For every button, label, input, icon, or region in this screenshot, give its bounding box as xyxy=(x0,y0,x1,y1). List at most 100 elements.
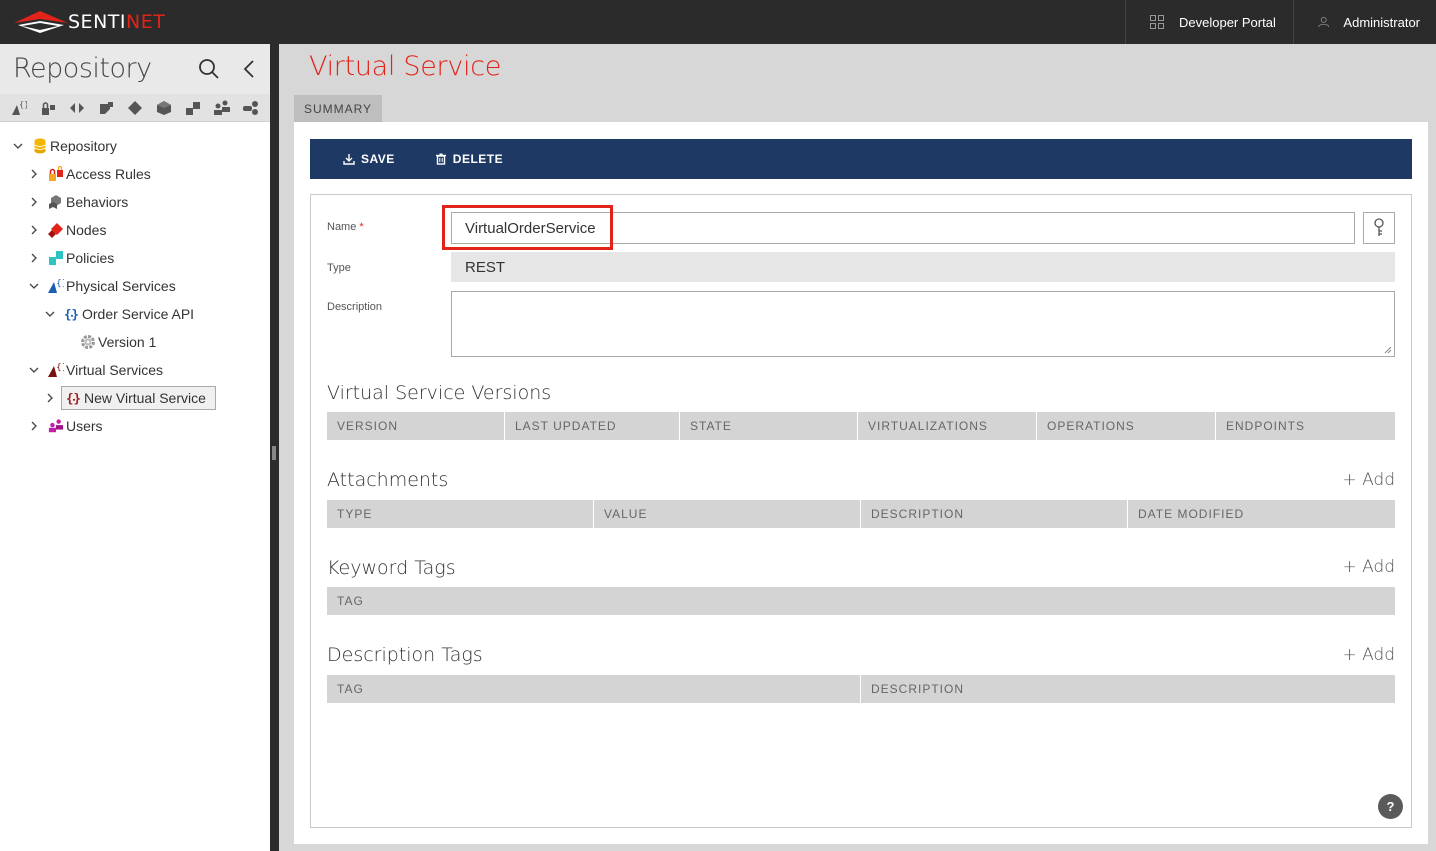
save-label: SAVE xyxy=(361,152,395,166)
tree-item-new-virtual-service[interactable]: {} New Virtual Service xyxy=(0,384,270,412)
policy-icon xyxy=(48,250,64,266)
tree-item-virtual-services[interactable]: {} Virtual Services xyxy=(0,356,270,384)
type-field: REST xyxy=(451,252,1395,282)
tree-item-nodes[interactable]: Nodes xyxy=(0,216,270,244)
action-bar: SAVE DELETE xyxy=(310,139,1412,179)
add-attachment-link[interactable]: + Add xyxy=(1342,470,1395,490)
shape-icon[interactable] xyxy=(91,98,120,118)
physical-service-icon[interactable]: {} xyxy=(4,98,33,118)
user-icon xyxy=(1318,17,1330,28)
tree-item-label: Access Rules xyxy=(66,166,151,182)
column-header[interactable]: VERSION xyxy=(327,412,505,440)
grid-icon xyxy=(1150,14,1164,29)
column-header[interactable]: OPERATIONS xyxy=(1037,412,1216,440)
column-header[interactable]: VIRTUALIZATIONS xyxy=(858,412,1037,440)
collapse-chevron-icon[interactable] xyxy=(243,59,255,79)
add-keyword-tag-link[interactable]: + Add xyxy=(1342,557,1395,577)
column-header[interactable]: ENDPOINTS xyxy=(1216,412,1395,440)
tree-item-label: Users xyxy=(66,418,103,434)
keyword-tags-section-title: Keyword Tags xyxy=(327,557,456,579)
sidebar-header: Repository xyxy=(0,44,270,94)
column-header[interactable]: LAST UPDATED xyxy=(505,412,680,440)
tree-item-label: Order Service API xyxy=(82,306,195,322)
physical-services-icon: {} xyxy=(48,278,64,294)
trash-icon xyxy=(435,153,446,165)
column-header[interactable]: DATE MODIFIED xyxy=(1128,500,1395,528)
tab-summary[interactable]: SUMMARY xyxy=(294,95,382,122)
users-icon[interactable] xyxy=(207,98,236,118)
delete-button[interactable]: DELETE xyxy=(435,152,503,166)
search-icon[interactable] xyxy=(198,58,220,80)
chevron-down-icon[interactable] xyxy=(26,362,42,378)
administrator-label: Administrator xyxy=(1343,14,1420,30)
svg-text:{}: {} xyxy=(19,100,27,109)
tree-item-order-service-api[interactable]: {} Order Service API xyxy=(0,300,270,328)
administrator-menu[interactable]: Administrator xyxy=(1293,0,1436,44)
tree-item-label: New Virtual Service xyxy=(84,390,206,406)
cube-icon[interactable] xyxy=(149,98,178,118)
tree-item-policies[interactable]: Policies xyxy=(0,244,270,272)
delete-label: DELETE xyxy=(452,152,504,166)
tree-item-version-1[interactable]: Version 1 xyxy=(0,328,270,356)
save-button[interactable]: SAVE xyxy=(343,152,395,166)
gear-icon xyxy=(80,334,96,350)
sidebar-title: Repository xyxy=(13,53,152,84)
virtual-service-icon[interactable] xyxy=(62,98,91,118)
name-highlight-box xyxy=(442,205,613,250)
sidebar: Repository {} Repository Access Rules xyxy=(0,44,270,851)
splitter-grip[interactable] xyxy=(272,446,276,460)
column-header[interactable]: TYPE xyxy=(327,500,594,528)
column-header[interactable]: DESCRIPTION xyxy=(861,500,1128,528)
behaviors-icon[interactable] xyxy=(236,98,265,118)
developer-portal-label: Developer Portal xyxy=(1179,14,1276,30)
svg-text:{}: {} xyxy=(66,390,81,405)
tree-item-physical-services[interactable]: {} Physical Services xyxy=(0,272,270,300)
chevron-right-icon[interactable] xyxy=(26,222,42,238)
users-icon xyxy=(48,418,64,434)
chevron-down-icon[interactable] xyxy=(10,138,26,154)
column-header[interactable]: VALUE xyxy=(594,500,861,528)
tree-item-label: Repository xyxy=(50,138,117,154)
required-mark: * xyxy=(359,221,364,233)
description-tags-grid-header: TAG DESCRIPTION xyxy=(327,675,1395,703)
chevron-down-icon[interactable] xyxy=(26,278,42,294)
developer-portal-link[interactable]: Developer Portal xyxy=(1125,0,1293,44)
diamond-icon[interactable] xyxy=(120,98,149,118)
selected-item-box[interactable]: {} New Virtual Service xyxy=(61,386,216,410)
help-button[interactable]: ? xyxy=(1378,794,1403,819)
chevron-right-icon[interactable] xyxy=(42,390,58,406)
logo-text: SENTINET xyxy=(68,11,166,33)
column-header[interactable]: TAG xyxy=(327,587,1395,615)
column-header[interactable]: TAG xyxy=(327,675,861,703)
database-icon xyxy=(32,138,48,154)
sentinet-logo[interactable]: SENTINET xyxy=(12,7,165,37)
chevron-right-icon[interactable] xyxy=(26,194,42,210)
tree-item-repository[interactable]: Repository xyxy=(0,132,270,160)
braces-icon: {} xyxy=(66,390,82,406)
add-description-tag-link[interactable]: + Add xyxy=(1342,645,1395,665)
column-header[interactable]: DESCRIPTION xyxy=(861,675,1395,703)
braces-icon: {} xyxy=(64,306,80,322)
description-textarea[interactable] xyxy=(451,291,1395,357)
type-label: Type xyxy=(327,262,351,274)
svg-text:{}: {} xyxy=(64,306,79,321)
chevron-right-icon[interactable] xyxy=(26,250,42,266)
tree-item-label: Policies xyxy=(66,250,115,266)
name-label: Name * xyxy=(327,221,364,233)
resize-grip-icon[interactable] xyxy=(1384,346,1392,354)
lock-icon[interactable] xyxy=(33,98,62,118)
key-button[interactable] xyxy=(1363,212,1395,244)
chevron-right-icon[interactable] xyxy=(26,166,42,182)
chevron-down-icon[interactable] xyxy=(42,306,58,322)
tree-item-users[interactable]: Users xyxy=(0,412,270,440)
lock-icon xyxy=(48,166,64,182)
tree-item-access-rules[interactable]: Access Rules xyxy=(0,160,270,188)
tree-item-label: Nodes xyxy=(66,222,107,238)
policy-icon[interactable] xyxy=(178,98,207,118)
tree-item-behaviors[interactable]: Behaviors xyxy=(0,188,270,216)
summary-form: Name * VirtualOrderService Type REST Des… xyxy=(310,194,1412,828)
tree-item-label: Physical Services xyxy=(66,278,176,294)
column-header[interactable]: STATE xyxy=(680,412,858,440)
chevron-right-icon[interactable] xyxy=(26,418,42,434)
